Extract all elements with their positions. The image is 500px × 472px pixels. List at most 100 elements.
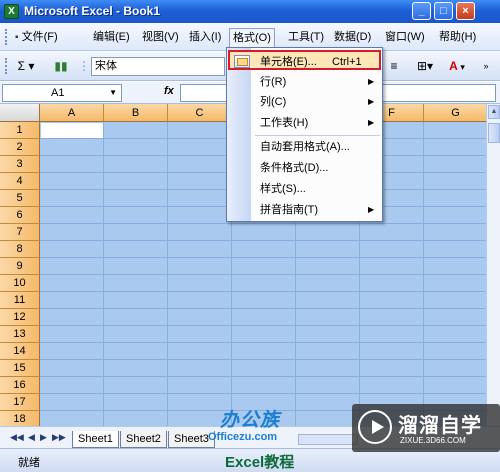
column-header-c[interactable]: C (168, 104, 232, 122)
autosum-button[interactable]: Σ ▾ (14, 56, 38, 76)
active-cell-a1[interactable] (41, 123, 104, 139)
menu-phonetic-guide[interactable]: 拼音指南(T) ▶ (228, 200, 381, 220)
menu-shortcut: Ctrl+1 (332, 56, 362, 68)
menu-label: 拼音指南(T) (260, 204, 319, 216)
name-box[interactable]: A1 ▼ (2, 84, 122, 102)
row-header-8[interactable]: 8 (0, 241, 40, 258)
gridline-horizontal (40, 376, 486, 377)
toolbar-grip-icon[interactable] (5, 58, 8, 74)
menu-column[interactable]: 列(C) ▶ (228, 92, 381, 112)
tab-sheet2[interactable]: Sheet2 (120, 431, 167, 448)
row-header-9[interactable]: 9 (0, 258, 40, 275)
borders-icon[interactable]: ⊞▾ (414, 56, 436, 76)
row-header-17[interactable]: 17 (0, 394, 40, 411)
row-header-13[interactable]: 13 (0, 326, 40, 343)
align-icon[interactable]: ≡ (388, 56, 400, 76)
gridline-horizontal (40, 325, 486, 326)
menu-label: 列(C) (260, 96, 287, 108)
minimize-button[interactable]: _ (412, 2, 431, 20)
row-header-14[interactable]: 14 (0, 343, 40, 360)
row-header-7[interactable]: 7 (0, 224, 40, 241)
submenu-arrow-icon: ▶ (368, 97, 375, 106)
row-header-15[interactable]: 15 (0, 360, 40, 377)
menu-style[interactable]: 样式(S)... (228, 179, 381, 199)
gridline-horizontal (40, 223, 486, 224)
select-all-corner[interactable] (0, 104, 40, 122)
menu-label: 样式(S)... (260, 183, 306, 195)
menu-doc-icon: ▪ (15, 32, 19, 43)
gridline-horizontal (40, 240, 486, 241)
scroll-up-icon[interactable]: ▲ (488, 105, 500, 119)
row-header-12[interactable]: 12 (0, 309, 40, 326)
column-header-a[interactable]: A (40, 104, 104, 122)
gridline-horizontal (40, 308, 486, 309)
menu-file-label: 文件(F) (21, 31, 58, 43)
submenu-arrow-icon: ▶ (368, 77, 375, 86)
gridline-horizontal (40, 274, 486, 275)
menu-worksheet[interactable]: 工作表(H) ▶ (228, 113, 381, 133)
menu-row[interactable]: 行(R) ▶ (228, 72, 381, 92)
chart-icon[interactable]: ▮▮ (50, 56, 72, 76)
scroll-thumb[interactable] (488, 123, 500, 143)
status-text: 就绪 (18, 457, 40, 469)
chevron-down-icon[interactable]: ▼ (109, 85, 117, 101)
menu-item-file[interactable]: ▪ 文件(F) (12, 29, 61, 46)
font-name-select[interactable]: 宋体 (91, 57, 225, 76)
menu-label: 自动套用格式(A)... (260, 141, 350, 153)
font-color-icon: A (449, 59, 458, 73)
play-icon (358, 410, 392, 444)
prev-sheet-icon[interactable]: ◀ (28, 432, 35, 443)
row-header-10[interactable]: 10 (0, 275, 40, 292)
watermark-url: Officezu.com (208, 431, 278, 443)
row-header-5[interactable]: 5 (0, 190, 40, 207)
row-header-1[interactable]: 1 (0, 122, 40, 139)
watermark-badge-site: ZIXUE.3D66.COM (400, 436, 466, 445)
toolbar-options-icon[interactable]: » (480, 56, 492, 76)
menu-item-insert[interactable]: 插入(I) (186, 29, 224, 46)
title-bar: X Microsoft Excel - Book1 _ □ × (0, 0, 500, 23)
menu-item-edit[interactable]: 编辑(E) (90, 29, 133, 46)
gridline-horizontal (40, 359, 486, 360)
excel-icon[interactable]: X (4, 4, 19, 19)
name-box-value: A1 (51, 87, 65, 99)
column-header-b[interactable]: B (104, 104, 168, 122)
gridline-horizontal (40, 342, 486, 343)
menubar-grip-icon[interactable] (5, 29, 8, 45)
tab-sheet1[interactable]: Sheet1 (72, 431, 119, 448)
format-menu-dropdown: 单元格(E)... Ctrl+1 行(R) ▶ 列(C) ▶ 工作表(H) ▶ … (226, 47, 383, 222)
font-color-button[interactable]: A ▾ (444, 56, 470, 76)
vertical-scrollbar[interactable]: ▲ (486, 104, 500, 426)
row-header-6[interactable]: 6 (0, 207, 40, 224)
maximize-button[interactable]: □ (434, 2, 453, 20)
column-header-g[interactable]: G (424, 104, 486, 122)
row-header-3[interactable]: 3 (0, 156, 40, 173)
menu-conditional-formatting[interactable]: 条件格式(D)... (228, 158, 381, 178)
gridline-horizontal (40, 393, 486, 394)
row-header-11[interactable]: 11 (0, 292, 40, 309)
function-icon[interactable]: fx (164, 85, 174, 97)
first-sheet-icon[interactable]: ◀◀ (10, 432, 24, 443)
menu-label: 工作表(H) (260, 117, 309, 129)
row-header-2[interactable]: 2 (0, 139, 40, 156)
menu-label: 条件格式(D)... (260, 162, 329, 174)
format-cells-icon (234, 55, 250, 68)
close-button[interactable]: × (456, 2, 475, 20)
menu-item-data[interactable]: 数据(D) (331, 29, 374, 46)
window-title: Microsoft Excel - Book1 (24, 4, 161, 18)
menu-autoformat[interactable]: 自动套用格式(A)... (228, 137, 381, 157)
row-header-18[interactable]: 18 (0, 411, 40, 426)
row-header-16[interactable]: 16 (0, 377, 40, 394)
menu-format-cells[interactable]: 单元格(E)... Ctrl+1 (228, 50, 381, 70)
next-sheet-icon[interactable]: ▶ (40, 432, 47, 443)
menu-label: 单元格(E)... (260, 56, 317, 68)
gridline-horizontal (40, 257, 486, 258)
last-sheet-icon[interactable]: ▶▶ (52, 432, 66, 443)
menu-item-tools[interactable]: 工具(T) (285, 29, 327, 46)
horizontal-scrollbar[interactable] (298, 434, 358, 445)
row-header-4[interactable]: 4 (0, 173, 40, 190)
watermark-badge: 溜溜自学 ZIXUE.3D66.COM (352, 404, 500, 452)
menu-label: 行(R) (260, 76, 287, 88)
menu-item-window[interactable]: 窗口(W) (382, 29, 428, 46)
menu-item-view[interactable]: 视图(V) (139, 29, 182, 46)
menu-item-help[interactable]: 帮助(H) (436, 29, 479, 46)
